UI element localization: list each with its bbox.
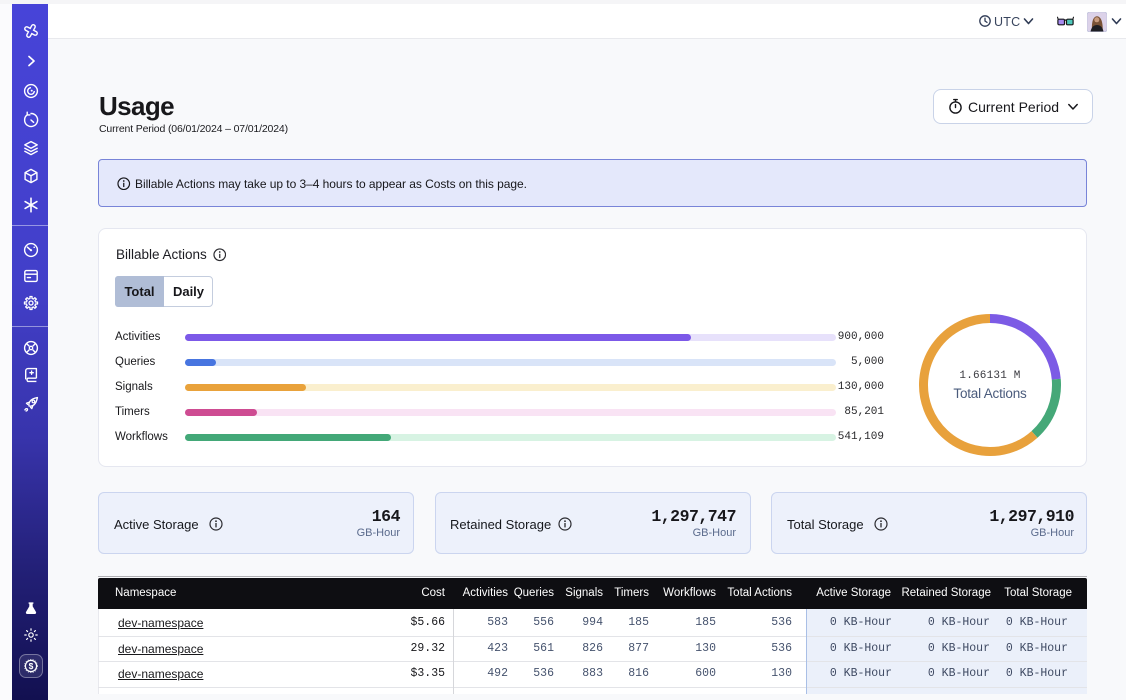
svg-text:$: $ <box>28 661 33 671</box>
